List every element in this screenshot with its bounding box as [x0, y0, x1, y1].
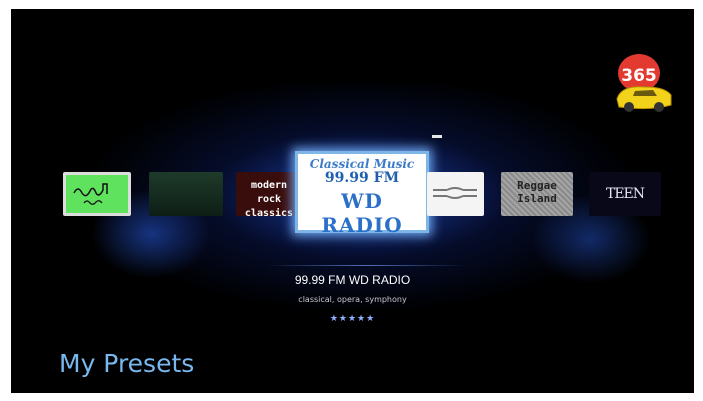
selection-indicator [432, 135, 442, 138]
preset-tile-5[interactable] [427, 172, 484, 216]
station-genres: classical, opera, symphony [298, 295, 407, 304]
loop-logo-icon [433, 187, 477, 199]
preset-tile-2[interactable] [149, 172, 223, 216]
preset-tile-reggae-island[interactable]: Reggae Island [501, 172, 573, 216]
reggae-island-logo-text: Reggae Island [517, 179, 557, 205]
station-title: 99.99 FM WD RADIO [294, 273, 411, 287]
preset-tile-teen-depot[interactable]: TEEN DEPOT [589, 172, 661, 216]
modern-rock-logo-text: modern rock classics [244, 180, 294, 216]
station-rating-stars: ★★★★★ [329, 314, 376, 324]
app-365-logo-icon: 365 [616, 54, 672, 112]
media-player-screen: 365 modern rock classics Classical Music… [11, 9, 694, 393]
preset-tile-indie-lounge[interactable] [63, 172, 131, 216]
indie-lounge-logo-icon [73, 183, 108, 205]
svg-text:365: 365 [621, 66, 657, 86]
section-title: My Presets [59, 349, 195, 378]
preset-tile-modern-rock[interactable]: modern rock classics [236, 172, 302, 216]
teen-depot-logo-text: TEEN DEPOT [605, 186, 645, 202]
divider [266, 265, 466, 266]
selected-preset-tile[interactable]: Classical Music 99.99 FM WD RADIO [295, 151, 429, 237]
selected-tile-line3: WD RADIO [321, 189, 403, 237]
selected-tile-line1: Classical Music [309, 157, 415, 171]
selected-tile-line2: 99.99 FM [324, 170, 400, 186]
